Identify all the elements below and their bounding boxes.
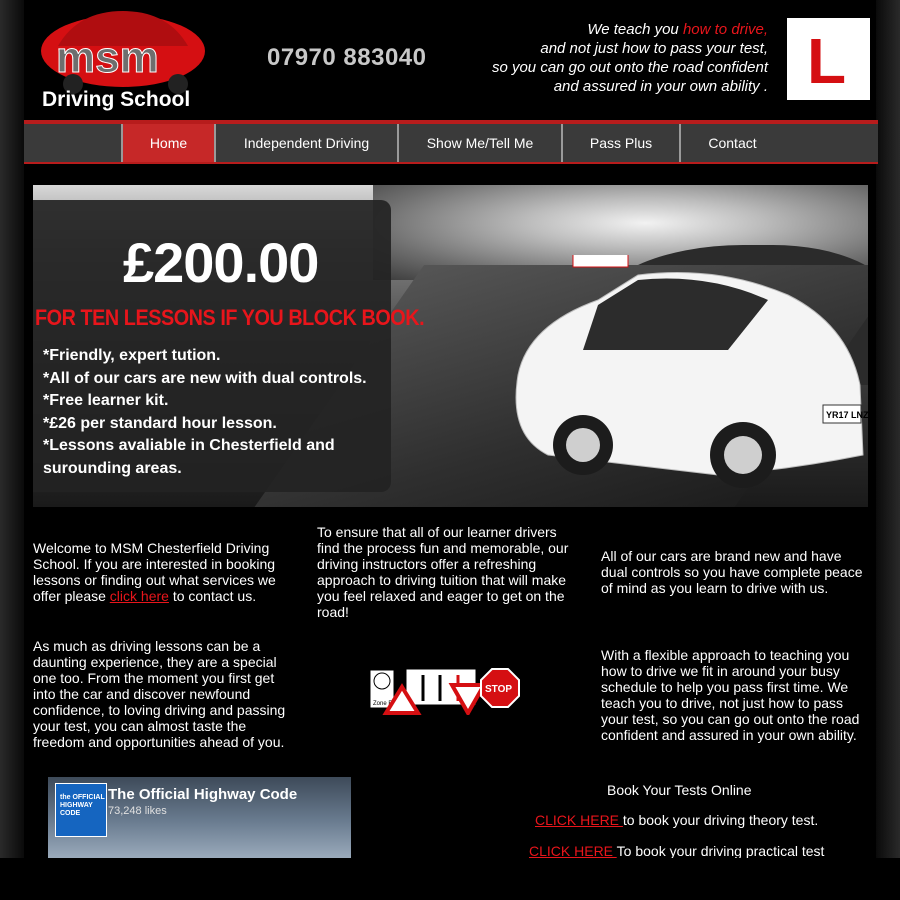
feature-item: *Free learner kit. <box>43 392 169 409</box>
facebook-page-title[interactable]: The Official Highway Code <box>108 786 297 803</box>
highway-code-thumbnail[interactable]: the OFFICIAL HIGHWAY CODE <box>55 783 107 837</box>
daunting-text: As much as driving lessons can be a daun… <box>33 638 286 750</box>
road-signs-icon: Zone ENDS STOP <box>369 668 520 715</box>
thumbnail-text: the OFFICIAL HIGHWAY CODE <box>60 794 105 817</box>
feature-item: *£26 per standard hour lesson. <box>43 414 277 432</box>
l-plate-icon: L <box>787 18 870 100</box>
feature-list: *Friendly, expert tution. *All of our ca… <box>43 345 367 480</box>
tagline-line4: and assured in your own ability . <box>553 78 768 95</box>
nav-contact[interactable]: Contact <box>681 124 784 162</box>
phone-number[interactable]: 07970 883040 <box>267 44 427 72</box>
practical-test-link[interactable]: CLICK HERE <box>529 843 617 859</box>
welcome-text: Welcome to MSM Chesterfield Driving Scho… <box>33 540 288 604</box>
cars-text: All of our cars are brand new and have d… <box>601 548 863 596</box>
tagline-line2b: how to pass your test, <box>622 40 768 57</box>
feature-item: *Lessons avaliable in Chesterfield and <box>43 437 335 454</box>
left-frame <box>0 0 24 860</box>
footer-band <box>0 858 900 900</box>
logo-text: Driving School <box>42 88 191 111</box>
nav-independent-driving[interactable]: Independent Driving <box>216 124 399 162</box>
practical-test-line: CLICK HERE To book your driving practica… <box>529 843 824 859</box>
car-plate: YR17 LNZ <box>826 410 868 420</box>
feature-item: *All of our cars are new with dual contr… <box>43 369 367 387</box>
nav-spacer <box>24 124 123 162</box>
price: £200.00 <box>123 231 319 294</box>
tagline-line2a: and not just <box>540 40 623 57</box>
theory-test-text: to book your driving theory test. <box>622 812 819 828</box>
nav-home[interactable]: Home <box>123 124 216 162</box>
nav-pass-plus[interactable]: Pass Plus <box>563 124 681 162</box>
feature-item: surounding areas. <box>43 459 182 477</box>
stop-sign-text: STOP <box>485 684 512 695</box>
book-tests-title: Book Your Tests Online <box>607 782 752 798</box>
feature-item: *Friendly, expert tution. <box>43 347 221 364</box>
nav-show-me-tell-me[interactable]: Show Me/Tell Me <box>399 124 563 162</box>
facebook-page-widget[interactable]: the OFFICIAL HIGHWAY CODE The Official H… <box>48 777 351 858</box>
contact-link[interactable]: click here <box>110 588 169 604</box>
theory-test-line: CLICK HERE to book your driving theory t… <box>535 812 818 828</box>
flexible-text: With a flexible approach to teaching you… <box>601 647 860 743</box>
tagline-line1a: We teach you <box>587 21 683 38</box>
offer-text: FOR TEN LESSONS IF YOU BLOCK BOOK. <box>35 305 425 330</box>
ensure-text: To ensure that all of our learner driver… <box>317 524 569 620</box>
welcome-text-b: to contact us. <box>168 588 257 604</box>
l-plate-letter: L <box>807 25 847 97</box>
tagline: We teach you how to drive, and not just … <box>492 20 768 96</box>
offer-panel: £200.00 FOR TEN LESSONS IF YOU BLOCK BOO… <box>33 200 425 492</box>
tagline-line3: so you can go out onto the road confiden… <box>491 59 768 76</box>
facebook-likes: 73,248 likes <box>108 805 167 817</box>
tagline-line1b: how to drive, <box>682 21 768 38</box>
theory-test-link[interactable]: CLICK HERE <box>535 812 623 828</box>
right-frame <box>876 0 900 860</box>
practical-test-text: To book your driving practical test <box>616 843 825 859</box>
hero-banner: YR17 LNZ £200.00 FOR TEN LESSONS IF YOU … <box>33 185 868 507</box>
main-nav: Home Independent Driving Show Me/Tell Me… <box>24 124 878 162</box>
car-image: YR17 LNZ <box>515 255 868 488</box>
